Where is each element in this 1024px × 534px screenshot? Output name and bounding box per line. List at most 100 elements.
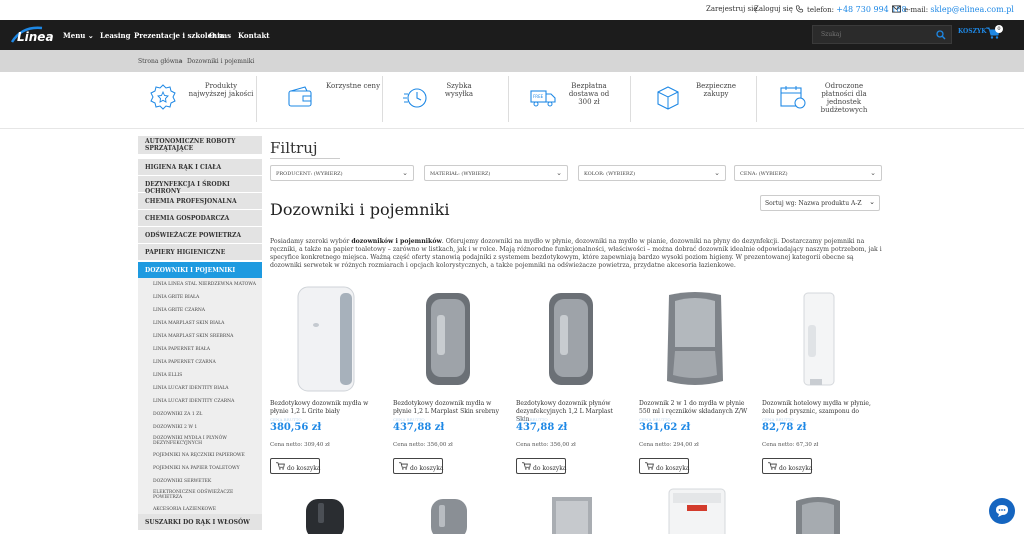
- add-to-cart-button[interactable]: do koszyka: [270, 458, 320, 474]
- box-icon: [657, 86, 679, 110]
- select-label: CENA: (WYBIERZ): [740, 171, 788, 177]
- product-title[interactable]: Dozownik 2 w 1 do mydła w płynie 550 ml …: [639, 400, 751, 416]
- phone-label: telefon:: [807, 6, 835, 14]
- subcategory-item[interactable]: LINIA GRITE BIAŁA: [153, 295, 199, 300]
- add-to-cart-button[interactable]: do koszyka: [639, 458, 689, 474]
- search-input[interactable]: [813, 26, 923, 43]
- subcategory-item[interactable]: LINIA PAPERNET BIAŁA: [153, 347, 210, 352]
- badge-icon: [150, 84, 176, 110]
- product-image[interactable]: [639, 487, 751, 534]
- nav-contact[interactable]: Kontakt: [238, 31, 270, 40]
- subcategory-item[interactable]: DOZOWNIKI 2 W 1: [153, 425, 197, 430]
- button-label: do koszyka: [533, 464, 567, 472]
- linea-logo[interactable]: Linea: [8, 22, 58, 48]
- email-label: e-mail:: [904, 6, 929, 14]
- select-label: MATERIAŁ: (WYBIERZ): [430, 171, 491, 177]
- feature-divider: [508, 76, 509, 122]
- add-to-cart-button[interactable]: do koszyka: [393, 458, 443, 474]
- sidebar-item-disinfection[interactable]: DEZYNFEKCJA I ŚRODKI OCHRONY: [138, 176, 262, 195]
- search-icon[interactable]: [936, 30, 946, 40]
- filter-producer-select[interactable]: PRODUCENT: (WYBIERZ) ⌄: [270, 165, 414, 181]
- feature-label: Odroczone płatności dla jednostek budżet…: [820, 82, 868, 114]
- breadcrumb-home[interactable]: Strona główna: [138, 58, 182, 65]
- filter-price-select[interactable]: CENA: (WYBIERZ) ⌄: [734, 165, 882, 181]
- button-label: do koszyka: [410, 464, 444, 472]
- product-price: 437,88 zł: [516, 422, 568, 433]
- add-to-cart-button[interactable]: do koszyka: [516, 458, 566, 474]
- sidebar-item-household-chemistry[interactable]: CHEMIA GOSPODARCZA: [138, 210, 262, 227]
- subcategory-item[interactable]: POJEMNIKI NA RĘCZNIKI PAPIEROWE: [153, 453, 245, 458]
- product-image[interactable]: [762, 487, 874, 534]
- product-image[interactable]: [516, 487, 628, 534]
- subcategory-item[interactable]: LINIA MARPLAST SKIN SREBRNA: [153, 334, 233, 339]
- subcategory-item[interactable]: POJEMNIKI NA PAPIER TOALETOWY: [153, 466, 240, 471]
- subcategory-item[interactable]: LINIA GRITE CZARNA: [153, 308, 205, 313]
- product-image[interactable]: [516, 285, 628, 397]
- nav-about[interactable]: O nas: [209, 31, 231, 40]
- sidebar-item-dryers[interactable]: SUSZARKI DO RĄK I WŁOSÓW: [138, 514, 262, 531]
- chevron-down-icon: ⌄: [870, 169, 876, 177]
- feature-label: Szybka wysyłka: [444, 82, 474, 98]
- chat-bubble-icon: [996, 505, 1008, 517]
- filter-title: Filtruj: [270, 139, 318, 157]
- cart-icon: [768, 462, 777, 470]
- subcategory-item[interactable]: LINIA LINEA STAL NIERDZEWNA MATOWA: [153, 282, 256, 287]
- product-image[interactable]: [270, 285, 382, 397]
- sidebar-item-hand-hygiene[interactable]: HIGIENA RĄK I CIAŁA: [138, 159, 262, 176]
- product-image[interactable]: [639, 285, 751, 397]
- cart-icon: [276, 462, 285, 470]
- product-image[interactable]: [762, 285, 874, 397]
- subcategory-item[interactable]: LINIA ELLIS: [153, 373, 182, 378]
- product-image[interactable]: [393, 285, 505, 397]
- product-net-price: Cena netto: 67,30 zł: [762, 442, 819, 448]
- login-link[interactable]: Zaloguj się: [754, 5, 793, 13]
- top-utility-bar: Zarejestruj się Zaloguj się telefon: +48…: [0, 0, 1024, 20]
- chat-button[interactable]: [989, 498, 1015, 524]
- filter-material-select[interactable]: MATERIAŁ: (WYBIERZ) ⌄: [424, 165, 568, 181]
- cart-label[interactable]: KOSZYK: [958, 28, 987, 35]
- subcategory-list: LINIA LINEA STAL NIERDZEWNA MATOWA LINIA…: [138, 278, 262, 526]
- register-link[interactable]: Zarejestruj się: [706, 5, 757, 13]
- email-contact[interactable]: e-mail: sklep@elinea.com.pl: [892, 5, 1014, 14]
- sidebar-item-hygiene-paper[interactable]: PAPIERY HIGIENICZNE: [138, 244, 262, 261]
- menu-label: Menu: [63, 31, 86, 40]
- filter-color-select[interactable]: KOLOR: (WYBIERZ) ⌄: [578, 165, 726, 181]
- phone-contact[interactable]: telefon: +48 730 994 188: [795, 5, 907, 14]
- product-price: 361,62 zł: [639, 422, 691, 433]
- subcategory-item[interactable]: LINIA LUCART IDENTITY CZARNA: [153, 399, 234, 404]
- subcategory-item[interactable]: AKCESORIA ŁAZIENKOWE: [153, 507, 216, 512]
- mail-icon: [892, 5, 901, 13]
- chevron-down-icon: ⌄: [714, 169, 720, 177]
- subcategory-item[interactable]: ELEKTRONICZNE ODŚWIEŻACZE POWIETRZA: [153, 490, 248, 500]
- desc-text: Posiadamy szeroki wybór: [270, 238, 352, 245]
- sidebar-item-dispensers[interactable]: DOZOWNIKI I POJEMNIKI: [138, 262, 262, 279]
- truck-icon: FREE: [530, 90, 556, 107]
- product-image[interactable]: [393, 487, 505, 534]
- add-to-cart-button[interactable]: do koszyka: [762, 458, 812, 474]
- menu-dropdown[interactable]: Menu ⌄: [63, 31, 94, 40]
- subcategory-item[interactable]: LINIA LUCART IDENTITY BIAŁA: [153, 386, 229, 391]
- product-title[interactable]: Bezdotykowy dozownik mydła w płynie 1,2 …: [270, 400, 382, 416]
- subcategory-item[interactable]: DOZOWNIKI ZA 1 ZŁ: [153, 412, 202, 417]
- chevron-down-icon: ⌄: [87, 31, 94, 40]
- svg-text:Linea: Linea: [17, 30, 54, 44]
- nav-leasing[interactable]: Leasing: [100, 31, 131, 40]
- subcategory-item[interactable]: LINIA PAPERNET CZARNA: [153, 360, 216, 365]
- sidebar-item-pro-chemistry[interactable]: CHEMIA PROFESJONALNA: [138, 193, 262, 210]
- email-address[interactable]: sklep@elinea.com.pl: [930, 5, 1014, 14]
- page-title: Dozowniki i pojemniki: [270, 200, 450, 219]
- sidebar-item-air-fresheners[interactable]: ODŚWIEŻACZE POWIETRZA: [138, 227, 262, 244]
- product-title[interactable]: Dozownik hotelowy mydła w płynie, żelu p…: [762, 400, 874, 416]
- product-image[interactable]: [270, 487, 382, 534]
- fast-clock-icon: [403, 88, 427, 108]
- sidebar-item-robots[interactable]: AUTONOMICZNE ROBOTY SPRZĄTAJĄCE: [138, 136, 262, 155]
- product-title[interactable]: Bezdotykowy dozownik mydła w płynie 1,2 …: [393, 400, 505, 416]
- chevron-down-icon: ⌄: [869, 198, 875, 206]
- breadcrumb: Strona główna » Dozowniki i pojemniki: [0, 50, 1024, 72]
- product-net-price: Cena netto: 309,40 zł: [270, 442, 330, 448]
- subcategory-item[interactable]: DOZOWNIKI MYDŁA I PŁYNÓW DEZYNFEKCYJNYCH: [153, 436, 248, 446]
- feature-label: Korzystne ceny: [325, 82, 381, 90]
- sort-select[interactable]: Sortuj wg: Nazwa produktu A-Z ⌄: [760, 195, 880, 211]
- subcategory-item[interactable]: LINIA MARPLAST SKIN BIAŁA: [153, 321, 224, 326]
- subcategory-item[interactable]: DOZOWNIKI SERWETEK: [153, 479, 211, 484]
